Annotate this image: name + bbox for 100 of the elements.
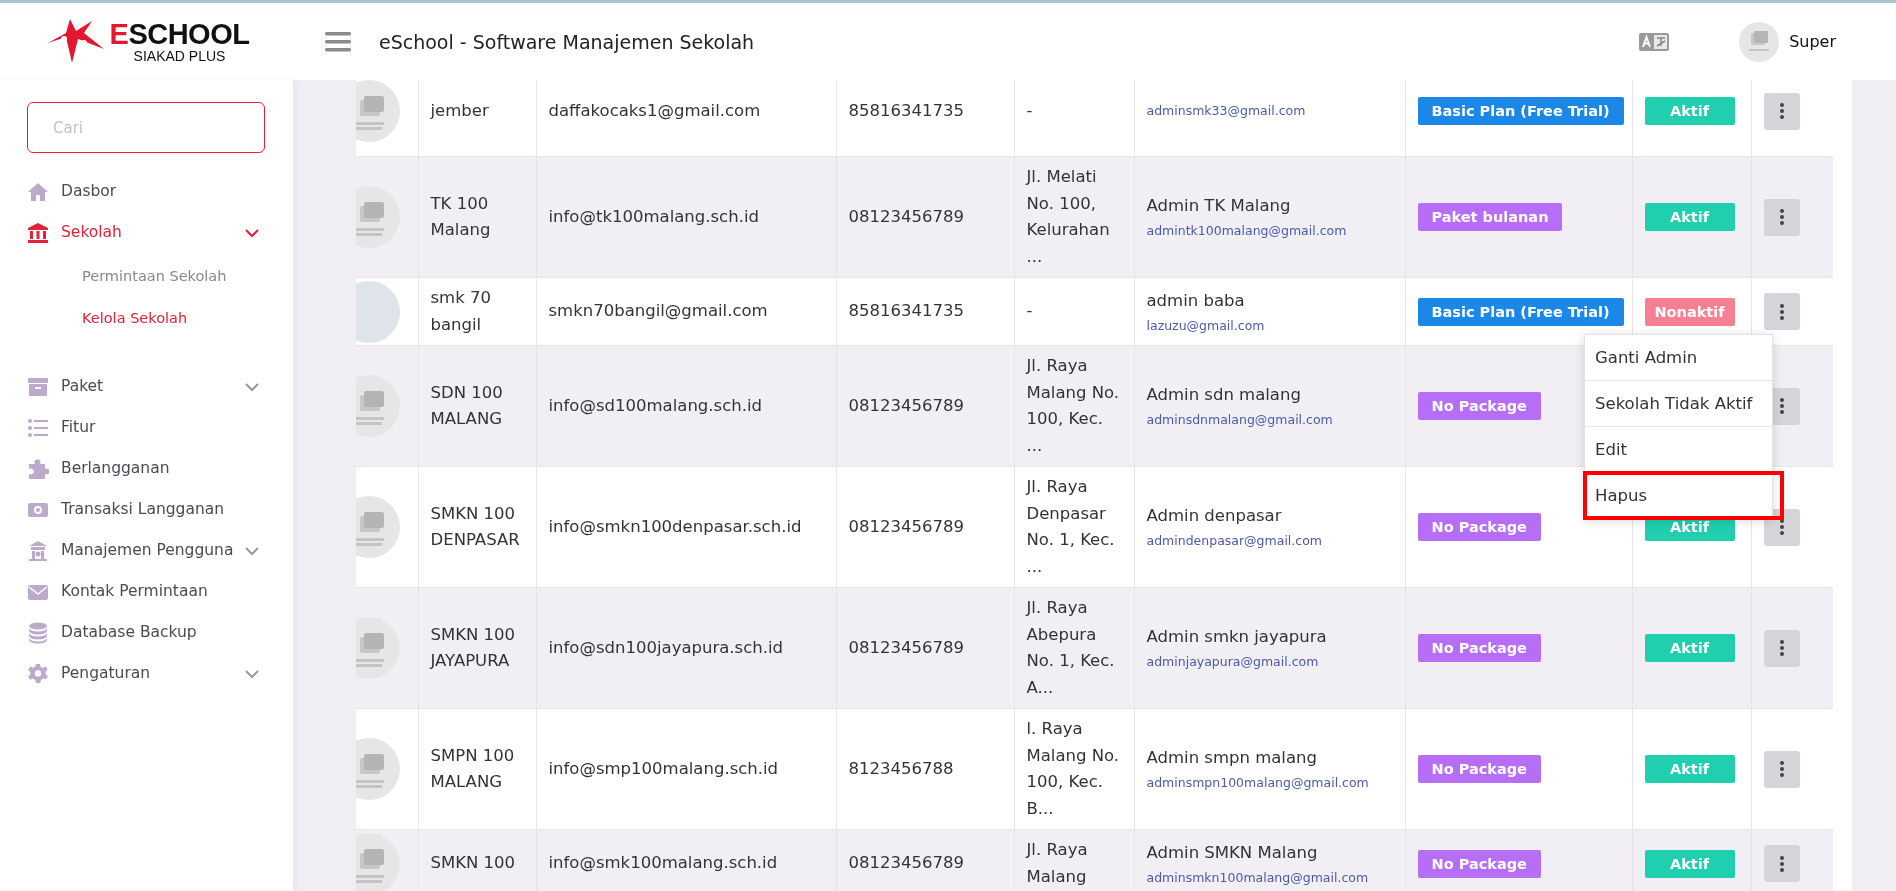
school-name: SMKN 100 (430, 852, 517, 875)
admin-email: adminjayapura@gmail.com (1146, 653, 1320, 671)
phone-number: 08123456789 (848, 515, 965, 538)
sidebar-item[interactable]: Manajemen Pengguna (27, 530, 265, 571)
sidebar-item[interactable]: Paket (27, 366, 265, 407)
address: - (1026, 99, 1034, 122)
user-name[interactable]: Super (1789, 32, 1836, 51)
logo-subtitle: SIAKAD PLUS (133, 48, 226, 64)
school-email: info@smp100malang.sch.id (548, 757, 780, 780)
package-badge: No Package (1417, 392, 1541, 420)
admin-email: admintk100malang@gmail.com (1146, 222, 1348, 240)
kebab-icon (1779, 398, 1784, 414)
address: Jl. Raya Denpasar No. 1, Kec. ... (1026, 476, 1116, 578)
phone-number: 08123456789 (848, 205, 965, 228)
menu-item[interactable]: Sekolah Tidak Aktif (1585, 381, 1772, 427)
status-badge: Aktif (1644, 203, 1735, 231)
school-name: SDN 100 MALANG (430, 381, 504, 430)
package-badge: No Package (1417, 849, 1541, 878)
address: Jl. Raya Malang (1026, 839, 1089, 888)
phone-number: 8123456788 (848, 757, 955, 780)
status-badge: Aktif (1644, 97, 1735, 125)
sidebar-item[interactable]: Sekolah (27, 212, 265, 253)
admin-email: adminsmpn100malang@gmail.com (1146, 774, 1370, 792)
package-badge: No Package (1417, 513, 1541, 541)
address: - (1026, 300, 1034, 323)
sidebar-item[interactable]: Berlangganan (27, 448, 265, 489)
address: Jl. Melati No. 100, Kelurahan ... (1026, 166, 1111, 268)
admin-email: adminsmk33@gmail.com (1146, 102, 1307, 120)
status-badge: Aktif (1644, 849, 1735, 878)
admin-name: Admin sdn malang (1146, 384, 1302, 406)
app-title: eSchool - Software Manajemen Sekolah (379, 30, 755, 53)
sidebar-item[interactable]: Fitur (27, 407, 265, 448)
logo-title: ESCHOOL (109, 19, 250, 49)
school-name: SMKN 100 JAYAPURA (430, 623, 517, 672)
school-email: info@sd100malang.sch.id (548, 394, 763, 417)
school-email: info@tk100malang.sch.id (548, 205, 760, 228)
admin-name: Admin denpasar (1146, 505, 1283, 527)
more-button[interactable] (1763, 629, 1800, 667)
address: Jl. Raya Abepura No. 1, Kec. A... (1026, 597, 1116, 699)
admin-email: adminsdnmalang@gmail.com (1146, 411, 1334, 429)
kebab-icon (1779, 761, 1784, 777)
sidebar-item[interactable]: Pengaturan (27, 653, 265, 694)
package-badge: No Package (1417, 755, 1541, 783)
more-button[interactable] (1763, 750, 1800, 788)
sidebar-item[interactable]: Dasbor (27, 171, 265, 212)
school-email: smkn70bangil@gmail.com (548, 300, 769, 323)
school-name: TK 100 Malang (430, 192, 492, 241)
kebab-icon (1779, 855, 1784, 872)
list-icon (27, 416, 49, 439)
kebab-icon (1779, 303, 1784, 320)
package-badge: No Package (1417, 634, 1541, 662)
kebab-icon (1779, 519, 1784, 535)
submenu-item[interactable]: Kelola Sekolah (82, 297, 265, 339)
package-badge: Paket bulanan (1417, 203, 1563, 231)
menu-item[interactable]: Ganti Admin (1585, 335, 1772, 381)
admin-name: Admin SMKN Malang (1146, 841, 1319, 864)
admin-name: Admin TK Malang (1146, 195, 1292, 217)
admin-email: lazuzu@gmail.com (1146, 316, 1266, 335)
kebab-icon (1779, 209, 1784, 225)
archive-icon (27, 375, 49, 398)
package-badge: Basic Plan (Free Trial) (1417, 97, 1624, 125)
sidebar-item[interactable]: Database Backup (27, 612, 265, 653)
more-button[interactable] (1763, 845, 1800, 882)
menu-item[interactable]: Edit (1585, 427, 1772, 473)
building-icon (27, 539, 49, 562)
sidebar-item[interactable]: Kontak Permintaan (27, 571, 265, 612)
kebab-icon (1779, 640, 1784, 656)
school-name: smk 70 bangil (430, 287, 492, 336)
sidebar-item[interactable]: Transaksi Langganan (27, 489, 265, 530)
school-name: SMKN 100 DENPASAR (430, 502, 521, 551)
admin-email: adminsmkn100malang@gmail.com (1146, 868, 1370, 887)
kebab-icon (1779, 103, 1784, 119)
package-badge: Basic Plan (Free Trial) (1417, 297, 1624, 326)
address: l. Raya Malang No. 100, Kec. B... (1026, 718, 1121, 820)
status-badge: Aktif (1644, 755, 1735, 783)
school-email: info@smk100malang.sch.id (548, 852, 779, 875)
more-button[interactable] (1763, 198, 1800, 236)
puzzle-icon (27, 457, 49, 480)
status-badge: Nonaktif (1644, 297, 1735, 326)
more-button[interactable] (1763, 92, 1800, 130)
more-button[interactable] (1763, 293, 1800, 330)
admin-email: admindenpasar@gmail.com (1146, 532, 1323, 550)
school-email: info@smkn100denpasar.sch.id (548, 515, 803, 538)
status-badge: Aktif (1644, 634, 1735, 662)
admin-name: Admin smkn jayapura (1146, 626, 1328, 648)
home-icon (27, 180, 49, 203)
phone-number: 08123456789 (848, 636, 965, 659)
database-icon (27, 621, 49, 644)
search-field[interactable]: Cari (27, 102, 265, 153)
school-email: daffakocaks1@gmail.com (548, 99, 762, 122)
menu-icon[interactable] (325, 30, 351, 53)
bank-icon (27, 221, 49, 244)
phone-number: 08123456789 (848, 394, 965, 417)
address: Jl. Raya Malang No. 100, Kec. ... (1026, 355, 1121, 457)
school-name: SMPN 100 MALANG (430, 744, 516, 793)
admin-name: Admin smpn malang (1146, 747, 1318, 769)
submenu-item[interactable]: Permintaan Sekolah (82, 255, 265, 297)
phone-number: 85816341735 (848, 300, 965, 323)
translate-icon[interactable] (1639, 32, 1670, 51)
school-name: jember (430, 99, 490, 122)
